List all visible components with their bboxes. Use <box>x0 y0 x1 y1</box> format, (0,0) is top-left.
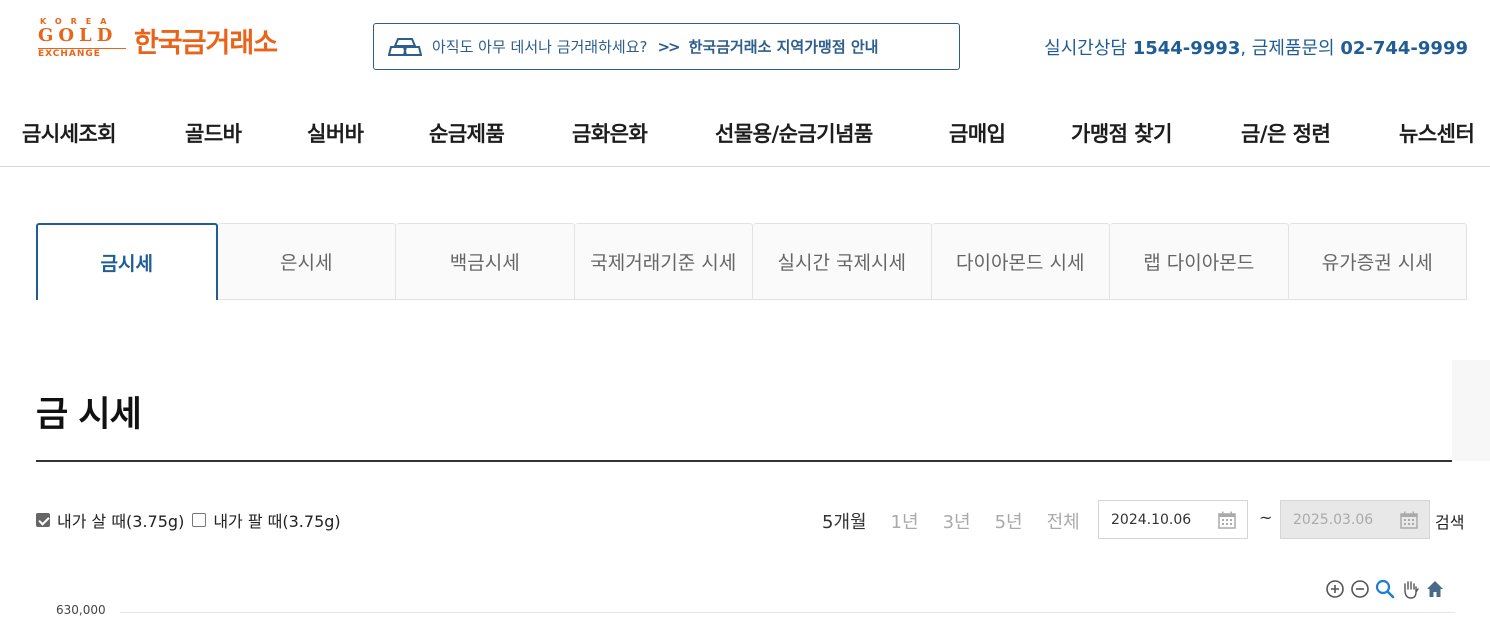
period-5-months[interactable]: 5개월 <box>822 508 867 534</box>
price-filters: 내가 살 때(3.75g) 내가 팔 때(3.75g) <box>36 508 349 532</box>
buy-price-filter[interactable]: 내가 살 때(3.75g) <box>36 508 184 532</box>
tab-realtime-international[interactable]: 실시간 국제시세 <box>753 223 932 300</box>
buy-label: 내가 살 때(3.75g) <box>57 512 185 531</box>
sell-label: 내가 팔 때(3.75g) <box>213 512 341 531</box>
double-chevron-right-icon: >> <box>657 37 680 56</box>
period-1-year[interactable]: 1년 <box>891 508 919 534</box>
search-button[interactable]: 검색 <box>1435 509 1464 533</box>
sell-price-filter[interactable]: 내가 팔 때(3.75g) <box>192 508 341 532</box>
home-icon[interactable] <box>1425 579 1445 599</box>
contact-phone-2: 02-744-9999 <box>1340 38 1468 59</box>
zoom-out-icon[interactable] <box>1350 579 1370 599</box>
chart-toolbar <box>1325 579 1450 599</box>
tab-diamond[interactable]: 다이아몬드 시세 <box>931 223 1110 300</box>
pan-hand-icon[interactable] <box>1400 579 1420 599</box>
calendar-icon[interactable] <box>1217 510 1237 530</box>
period-all[interactable]: 전체 <box>1047 508 1080 534</box>
nav-item-coins[interactable]: 금화은화 <box>572 118 648 148</box>
tab-lab-diamond[interactable]: 랩 다이아몬드 <box>1110 223 1289 300</box>
date-from-input[interactable]: 2024.10.06 <box>1098 500 1248 539</box>
banner-text: 아직도 아무 데서나 금거래하세요? <box>432 38 648 56</box>
logo-name: 한국금거래소 <box>134 27 278 59</box>
nav-item-gold-buy[interactable]: 금매입 <box>949 118 1006 148</box>
logo-exchange-text: EXCHANGE <box>38 49 101 59</box>
nav-item-silver-bar[interactable]: 실버바 <box>307 118 364 148</box>
logo-emblem: KOREA GOLD EXCHANGE <box>38 17 128 63</box>
nav-item-store-finder[interactable]: 가맹점 찾기 <box>1071 118 1172 148</box>
nav-item-pure-gold[interactable]: 순금제품 <box>429 118 505 148</box>
title-divider <box>36 460 1452 462</box>
date-from-value: 2024.10.06 <box>1111 511 1192 528</box>
zoom-in-icon[interactable] <box>1325 579 1345 599</box>
date-to-input[interactable]: 2025.03.06 <box>1280 500 1430 539</box>
y-axis-tick-label: 630,000 <box>56 603 106 617</box>
tab-securities[interactable]: 유가증권 시세 <box>1288 223 1467 300</box>
tab-international-standard[interactable]: 국제거래기준 시세 <box>574 223 753 300</box>
tab-platinum[interactable]: 백금시세 <box>396 223 575 300</box>
nav-item-refining[interactable]: 금/은 정련 <box>1241 118 1331 148</box>
site-logo[interactable]: KOREA GOLD EXCHANGE 한국금거래소 <box>38 16 328 64</box>
nav-item-gifts[interactable]: 선물용/순금기념품 <box>715 118 873 148</box>
magnifier-icon[interactable] <box>1375 579 1395 599</box>
sell-checkbox[interactable] <box>192 513 207 527</box>
main-nav: 금시세조회 골드바 실버바 순금제품 금화은화 선물용/순금기념품 금매입 가맹… <box>0 100 1490 167</box>
date-to-value: 2025.03.06 <box>1293 511 1374 528</box>
gold-bar-icon <box>388 37 422 56</box>
logo-gold-text: GOLD <box>38 25 118 46</box>
date-range-separator: ~ <box>1259 508 1273 527</box>
period-3-years[interactable]: 3년 <box>943 508 971 534</box>
buy-checkbox[interactable] <box>36 513 50 527</box>
franchise-banner[interactable]: 아직도 아무 데서나 금거래하세요? >> 한국금거래소 지역가맹점 안내 <box>373 23 960 70</box>
banner-link[interactable]: 한국금거래소 지역가맹점 안내 <box>689 36 879 57</box>
contact-label-1: 실시간상담 <box>1044 38 1133 59</box>
contact-label-2: , 금제품문의 <box>1240 38 1341 59</box>
nav-item-gold-bar[interactable]: 골드바 <box>185 118 242 148</box>
contact-info: 실시간상담 1544-9993, 금제품문의 02-744-9999 <box>1044 34 1468 60</box>
period-selector: 5개월 1년 3년 5년 전체 <box>822 508 1104 534</box>
calendar-icon[interactable] <box>1399 510 1419 530</box>
tab-gold[interactable]: 금시세 <box>36 223 218 300</box>
side-panel <box>1452 360 1490 461</box>
period-5-years[interactable]: 5년 <box>995 508 1023 534</box>
nav-item-news[interactable]: 뉴스센터 <box>1399 118 1475 148</box>
tab-silver[interactable]: 은시세 <box>217 223 396 300</box>
chart-gridline <box>120 612 1455 613</box>
nav-item-gold-price[interactable]: 금시세조회 <box>22 118 117 148</box>
price-tabs: 금시세 은시세 백금시세 국제거래기준 시세 실시간 국제시세 다이아몬드 시세… <box>36 223 1467 300</box>
contact-phone-1: 1544-9993 <box>1132 38 1241 59</box>
page-title: 금 시세 <box>36 395 142 435</box>
